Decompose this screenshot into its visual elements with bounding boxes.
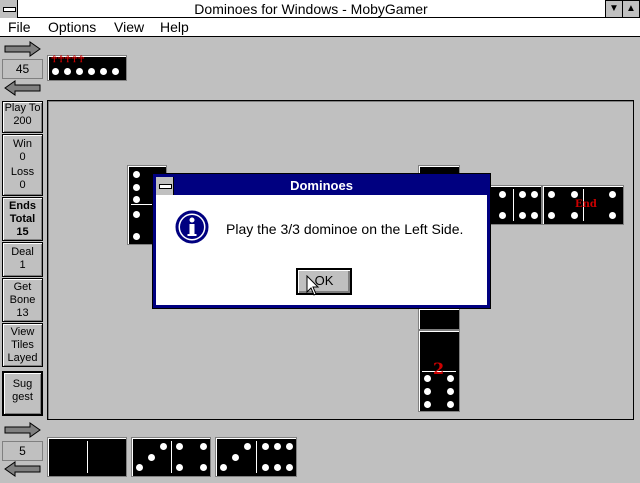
dialog-message: Play the 3/3 dominoe on the Left Side. <box>226 221 464 237</box>
sug-label: Sug <box>12 378 33 390</box>
play-to-value: 200 <box>13 115 32 127</box>
total-value: 15 <box>16 226 29 238</box>
view-tiles-layed-button[interactable]: View Tiles Layed <box>2 323 43 367</box>
get-label: Get <box>13 281 32 293</box>
menu-bar: File Options View Help <box>0 18 640 37</box>
total-label: Total <box>9 213 36 225</box>
board-domino-center-stub[interactable] <box>418 308 460 330</box>
minimize-icon[interactable]: ▼ <box>605 0 623 18</box>
board-domino-right-1[interactable] <box>488 185 542 225</box>
system-menu-icon[interactable] <box>0 0 18 18</box>
domino-marker: ☥☥☥☥☥ <box>51 55 85 65</box>
layed-label: Layed <box>7 352 38 364</box>
title-bar: Dominoes for Windows - MobyGamer ▼ ▲ <box>0 0 640 18</box>
board-domino-right-end[interactable]: End <box>542 185 624 225</box>
dialog-system-menu-icon[interactable] <box>156 177 174 195</box>
message-dialog: Dominoes Play the 3/3 dominoe on the Lef… <box>152 173 491 309</box>
end-marker: End <box>575 199 597 210</box>
hand-domino-3[interactable] <box>215 437 297 477</box>
hand-domino-1[interactable] <box>47 437 127 477</box>
maximize-icon[interactable]: ▲ <box>622 0 640 18</box>
mouse-cursor-icon <box>306 274 320 302</box>
opponent-domino: ☥☥☥☥☥ <box>47 55 127 81</box>
loss-label: Loss <box>10 166 35 178</box>
ends-label: Ends <box>9 200 36 212</box>
win-value: 0 <box>19 151 26 163</box>
window-title: Dominoes for Windows - MobyGamer <box>194 1 428 17</box>
deal-panel: Deal 1 <box>2 242 43 277</box>
opponent-arrow-right-icon <box>2 40 43 60</box>
view-label: View <box>10 326 35 338</box>
player-arrow-right-icon <box>2 421 43 441</box>
dialog-title: Dominoes <box>156 177 487 195</box>
menu-options[interactable]: Options <box>48 19 96 35</box>
gest-label: gest <box>12 391 33 403</box>
player-arrow-left-icon <box>2 460 43 480</box>
tiles-label: Tiles <box>11 339 34 351</box>
bone-label: Bone <box>9 294 36 306</box>
deal-value: 1 <box>19 259 26 271</box>
menu-help[interactable]: Help <box>160 19 189 35</box>
board-domino-bottom[interactable]: 2 <box>418 330 460 412</box>
loss-value: 0 <box>19 179 26 191</box>
deal-label: Deal <box>11 246 34 258</box>
ok-button[interactable]: OK <box>296 268 352 295</box>
suggest-button[interactable]: Sug gest <box>2 371 43 416</box>
get-bone-button[interactable]: Get Bone 13 <box>2 278 43 322</box>
opponent-arrow-left-icon <box>2 79 43 99</box>
info-icon <box>175 210 209 249</box>
score-panel: Win 0 Loss 0 <box>2 134 43 196</box>
bone-value: 13 <box>16 307 29 319</box>
menu-view[interactable]: View <box>114 19 144 35</box>
play-to-panel: Play To 200 <box>2 101 43 133</box>
menu-file[interactable]: File <box>8 19 31 35</box>
spinner-marker: 2 <box>433 359 445 378</box>
opponent-bone-count: 45 <box>2 59 43 79</box>
player-bone-count: 5 <box>2 441 43 461</box>
hand-domino-2[interactable] <box>131 437 211 477</box>
play-to-label: Play To <box>4 102 41 114</box>
win-label: Win <box>13 138 32 150</box>
ends-total-panel: Ends Total 15 <box>2 197 43 241</box>
